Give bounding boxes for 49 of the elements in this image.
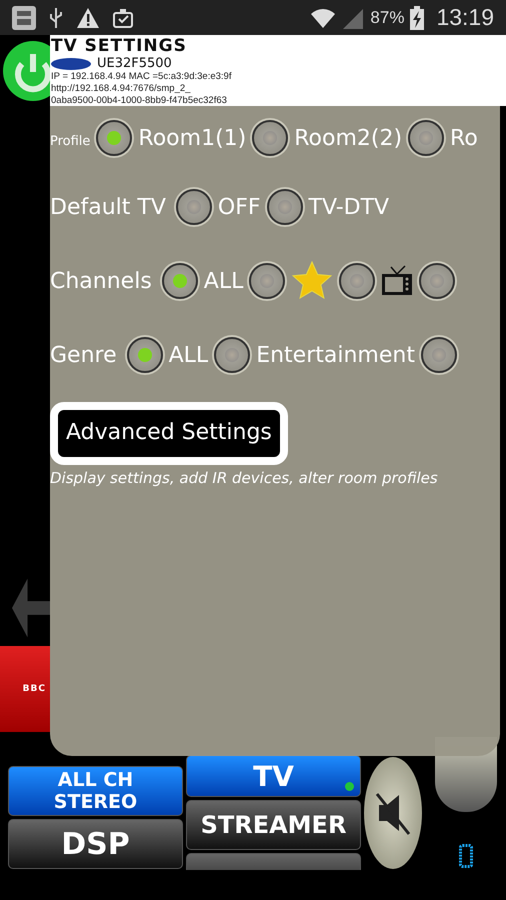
setting-label: Channels: [50, 268, 152, 294]
option-label: Room2(2): [294, 126, 402, 150]
channel-logo[interactable]: BBC: [0, 646, 50, 732]
radio-button[interactable]: [252, 120, 288, 156]
option-label: Ro: [450, 126, 478, 150]
clipboard-check-icon: [112, 6, 134, 28]
tv-model: UE32F5500: [97, 56, 172, 71]
remote-button[interactable]: STREAMER: [186, 800, 361, 850]
brand-logo-icon: [51, 58, 91, 70]
option-label: Entertainment: [256, 342, 415, 368]
option-label: OFF: [218, 194, 260, 220]
advanced-settings-button[interactable]: Advanced Settings: [50, 402, 288, 465]
battery-percent: 87%: [370, 8, 404, 28]
radio-button[interactable]: [266, 189, 302, 225]
radio-button[interactable]: [419, 263, 456, 299]
signal-icon: [342, 6, 364, 28]
app-icon: [12, 6, 36, 30]
warning-icon: [76, 6, 100, 28]
clock: 13:19: [436, 4, 494, 31]
advanced-settings-description: Display settings, add IR devices, alter room profiles: [50, 469, 439, 487]
setting-label: Default TV: [50, 194, 166, 220]
radio-button[interactable]: [162, 263, 198, 299]
phone-icon[interactable]: [458, 844, 472, 868]
option-label: TV-DTV: [308, 194, 390, 220]
device-detail: IP = 192.168.4.94 MAC =5c:a3:9d:3e:e3:9f: [51, 71, 232, 83]
battery-charging-icon: [410, 6, 424, 30]
radio-button[interactable]: [176, 189, 212, 225]
option-label: ALL: [168, 342, 208, 368]
remote-button[interactable]: TV: [186, 755, 361, 797]
device-detail: 0aba9500-00b4-1000-8bb9-f47b5ec32f63: [51, 95, 228, 107]
logo-text: BBC: [22, 684, 46, 694]
device-detail: http://192.168.4.94:7676/smp_2_: [51, 83, 192, 95]
star-icon: [291, 260, 334, 302]
setting-label: Genre: [50, 342, 117, 368]
usb-icon: [48, 6, 64, 30]
radio-button[interactable]: [339, 263, 376, 299]
radio-button[interactable]: [214, 337, 250, 373]
setting-label: Profile: [50, 134, 90, 148]
radio-button[interactable]: [420, 337, 457, 373]
settings-title: TV SETTINGS: [51, 37, 188, 56]
radio-button[interactable]: [96, 120, 132, 156]
option-label: ALL: [204, 268, 244, 294]
remote-button[interactable]: DSP: [8, 819, 183, 869]
radio-button[interactable]: [249, 263, 286, 299]
option-label: Room1(1): [138, 126, 246, 150]
radio-button[interactable]: [408, 120, 444, 156]
remote-button[interactable]: ALL CH STEREO: [8, 766, 183, 816]
tv-icon: [381, 265, 414, 297]
radio-button[interactable]: [126, 337, 163, 373]
